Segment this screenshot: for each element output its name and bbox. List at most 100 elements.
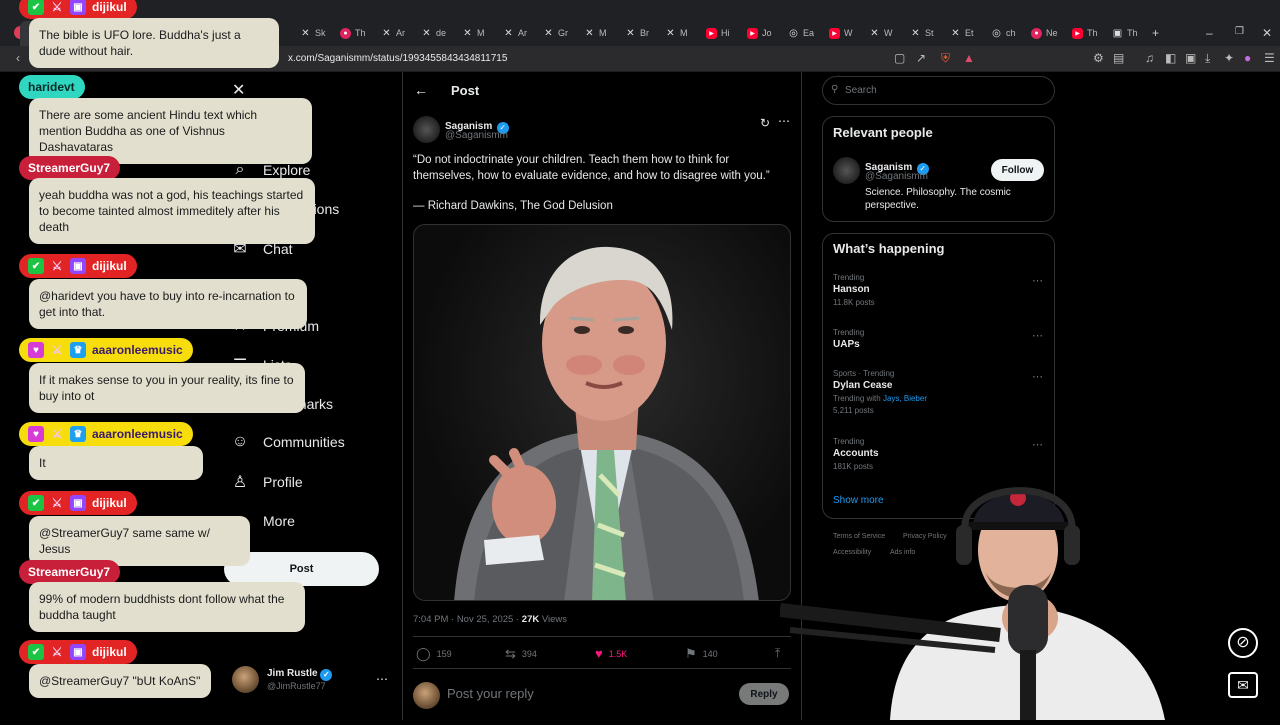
browser-tab[interactable]: ✕ M: [462, 25, 484, 41]
menu-icon[interactable]: ☰: [1264, 51, 1275, 65]
subscriber-badge-icon: ▣: [70, 644, 86, 660]
chat-username-badge[interactable]: haridevt: [19, 75, 85, 99]
brave-shield-icon[interactable]: ⛨: [941, 51, 950, 66]
browser-tab[interactable]: ✕ M: [584, 25, 606, 41]
bookmark-count: 140: [702, 649, 718, 659]
trend-more-icon[interactable]: ⋯: [1032, 370, 1268, 383]
communities-icon: ☺: [231, 433, 249, 450]
wallet-icon[interactable]: ▣: [1185, 51, 1196, 65]
browser-tab[interactable]: ◎ Ea: [788, 25, 814, 41]
tab-label: Br: [640, 28, 649, 38]
tab-label: Hi: [721, 28, 730, 38]
tab-label: W: [884, 28, 893, 38]
sidebar-toggle-icon[interactable]: ◧: [1165, 51, 1176, 65]
browser-tab[interactable]: ▣ Th: [1112, 25, 1138, 41]
trend-with-names[interactable]: Jays, Bieber: [883, 394, 927, 403]
browser-tab[interactable]: ✕ Ar: [503, 25, 527, 41]
grok-icon[interactable]: ↻: [760, 116, 770, 130]
chat-username-badge[interactable]: ✔ ⚔ ▣ dijikul: [19, 254, 137, 278]
trend-more-icon[interactable]: ⋯: [1032, 274, 1268, 287]
browser-tab[interactable]: ● Th: [340, 25, 366, 41]
x-logo-icon: ✕: [870, 27, 879, 39]
maximize-button[interactable]: ❐: [1235, 26, 1244, 37]
like-action[interactable]: ♥ 1.5K: [595, 646, 627, 661]
tab-label: Ar: [518, 28, 527, 38]
trend-more-icon[interactable]: ⋯: [1032, 438, 1268, 451]
no-sound-icon[interactable]: ⊘: [1228, 628, 1258, 658]
trend-meta: Trending: [833, 273, 865, 282]
divider: [413, 668, 791, 669]
leo-ai-icon[interactable]: ✦: [1224, 51, 1234, 65]
browser-tab[interactable]: ✕ Gr: [543, 25, 568, 41]
brave-rewards-icon[interactable]: ▲: [963, 51, 975, 65]
browser-tab[interactable]: ◎ ch: [991, 25, 1016, 41]
browser-tab[interactable]: ✕ de: [421, 25, 446, 41]
trend-item[interactable]: Trending Accounts 181K posts: [833, 437, 1048, 471]
share-icon[interactable]: ↗: [916, 51, 926, 65]
browser-tab[interactable]: ✕ St: [910, 25, 933, 41]
mail-icon[interactable]: ✉: [1228, 672, 1258, 698]
extensions-icon[interactable]: ⚙: [1093, 51, 1104, 65]
trend-item[interactable]: Trending UAPs: [833, 328, 1048, 350]
follow-button[interactable]: Follow: [991, 159, 1044, 181]
browser-tab[interactable]: ▶ Hi: [706, 25, 730, 41]
tab-label: ch: [1006, 28, 1016, 38]
trend-item[interactable]: Trending Hanson 11.8K posts: [833, 273, 1048, 307]
search-input[interactable]: Search: [822, 76, 1055, 105]
trend-meta: Sports · Trending: [833, 369, 895, 378]
repost-action[interactable]: ⇆ 394: [505, 646, 537, 662]
minimize-button[interactable]: –: [1206, 26, 1213, 40]
browser-tab[interactable]: ✕ M: [665, 25, 687, 41]
verified-badge-icon: ✔: [28, 495, 44, 511]
x-logo-icon: ✕: [666, 27, 675, 39]
browser-tab[interactable]: ✕ Et: [950, 25, 973, 41]
vpn-icon[interactable]: ●: [1244, 51, 1251, 65]
close-window-button[interactable]: ✕: [1262, 26, 1272, 40]
cast-icon[interactable]: ▢: [894, 51, 905, 65]
browser-tab[interactable]: ✕ Sk: [300, 25, 325, 41]
account-more-icon[interactable]: ⋯: [376, 672, 388, 686]
chat-username: StreamerGuy7: [28, 161, 111, 175]
new-tab-button[interactable]: +: [1152, 26, 1159, 40]
x-logo-icon: ✕: [585, 27, 594, 39]
chat-username-badge[interactable]: ✔ ⚔ ▣ dijikul: [19, 491, 137, 515]
browser-tab[interactable]: ✕ W: [869, 25, 893, 41]
post-image[interactable]: [413, 224, 791, 601]
reply-input[interactable]: Post your reply: [447, 686, 534, 701]
post-more-icon[interactable]: ⋯: [778, 114, 790, 128]
relevant-avatar[interactable]: [833, 157, 860, 184]
heart-badge-icon: ♥: [28, 426, 44, 442]
chat-username-badge[interactable]: ✔ ⚔ ▣ dijikul: [19, 0, 137, 19]
chat-username-badge[interactable]: StreamerGuy7: [19, 560, 121, 584]
globe-icon: ◎: [789, 27, 798, 39]
nav-item-communities[interactable]: ☺ Communities: [231, 433, 345, 451]
nav-item-label: Profile: [263, 474, 303, 490]
browser-tab[interactable]: ▶ Th: [1072, 25, 1098, 41]
author-handle[interactable]: @Saganismm: [445, 130, 508, 141]
x-logo-icon[interactable]: ✕: [232, 80, 245, 100]
bookmark-action[interactable]: ⚑ 140: [685, 646, 718, 662]
nav-item-profile[interactable]: ♙ Profile: [231, 472, 303, 492]
browser-tab[interactable]: ▶ W: [829, 25, 853, 41]
browser-tab[interactable]: ● Ne: [1031, 25, 1058, 41]
browser-tab[interactable]: ✕ Br: [625, 25, 649, 41]
browser-tab[interactable]: ▶ Jo: [747, 25, 772, 41]
reply-action[interactable]: ◯ 159: [416, 646, 452, 662]
back-arrow-icon[interactable]: ←: [414, 82, 428, 98]
author-avatar[interactable]: [413, 116, 440, 143]
back-icon[interactable]: ‹: [16, 51, 20, 65]
chat-username-badge[interactable]: ♥ ⚔ ♛ aaaronleemusic: [19, 422, 193, 446]
music-icon[interactable]: ♫: [1145, 51, 1154, 65]
url-text[interactable]: x.com/Saganismm/status/19934558434348117…: [288, 53, 507, 64]
downloads-icon[interactable]: ⤓: [1205, 51, 1210, 66]
reader-icon[interactable]: ▤: [1113, 51, 1124, 65]
account-switcher[interactable]: Jim Rustle ✓ @JimRustle77: [232, 666, 333, 693]
trend-more-icon[interactable]: ⋯: [1032, 329, 1268, 342]
browser-tab[interactable]: ✕ Ar: [381, 25, 405, 41]
chat-username-badge[interactable]: ✔ ⚔ ▣ dijikul: [19, 640, 137, 664]
chat-username-badge[interactable]: StreamerGuy7: [19, 156, 121, 180]
tab-label: de: [436, 28, 447, 38]
tab-label: Gr: [558, 28, 568, 38]
trend-item[interactable]: Sports · Trending Dylan Cease Trending w…: [833, 369, 1048, 415]
chat-username-badge[interactable]: ♥ ⚔ ♛ aaaronleemusic: [19, 338, 193, 362]
